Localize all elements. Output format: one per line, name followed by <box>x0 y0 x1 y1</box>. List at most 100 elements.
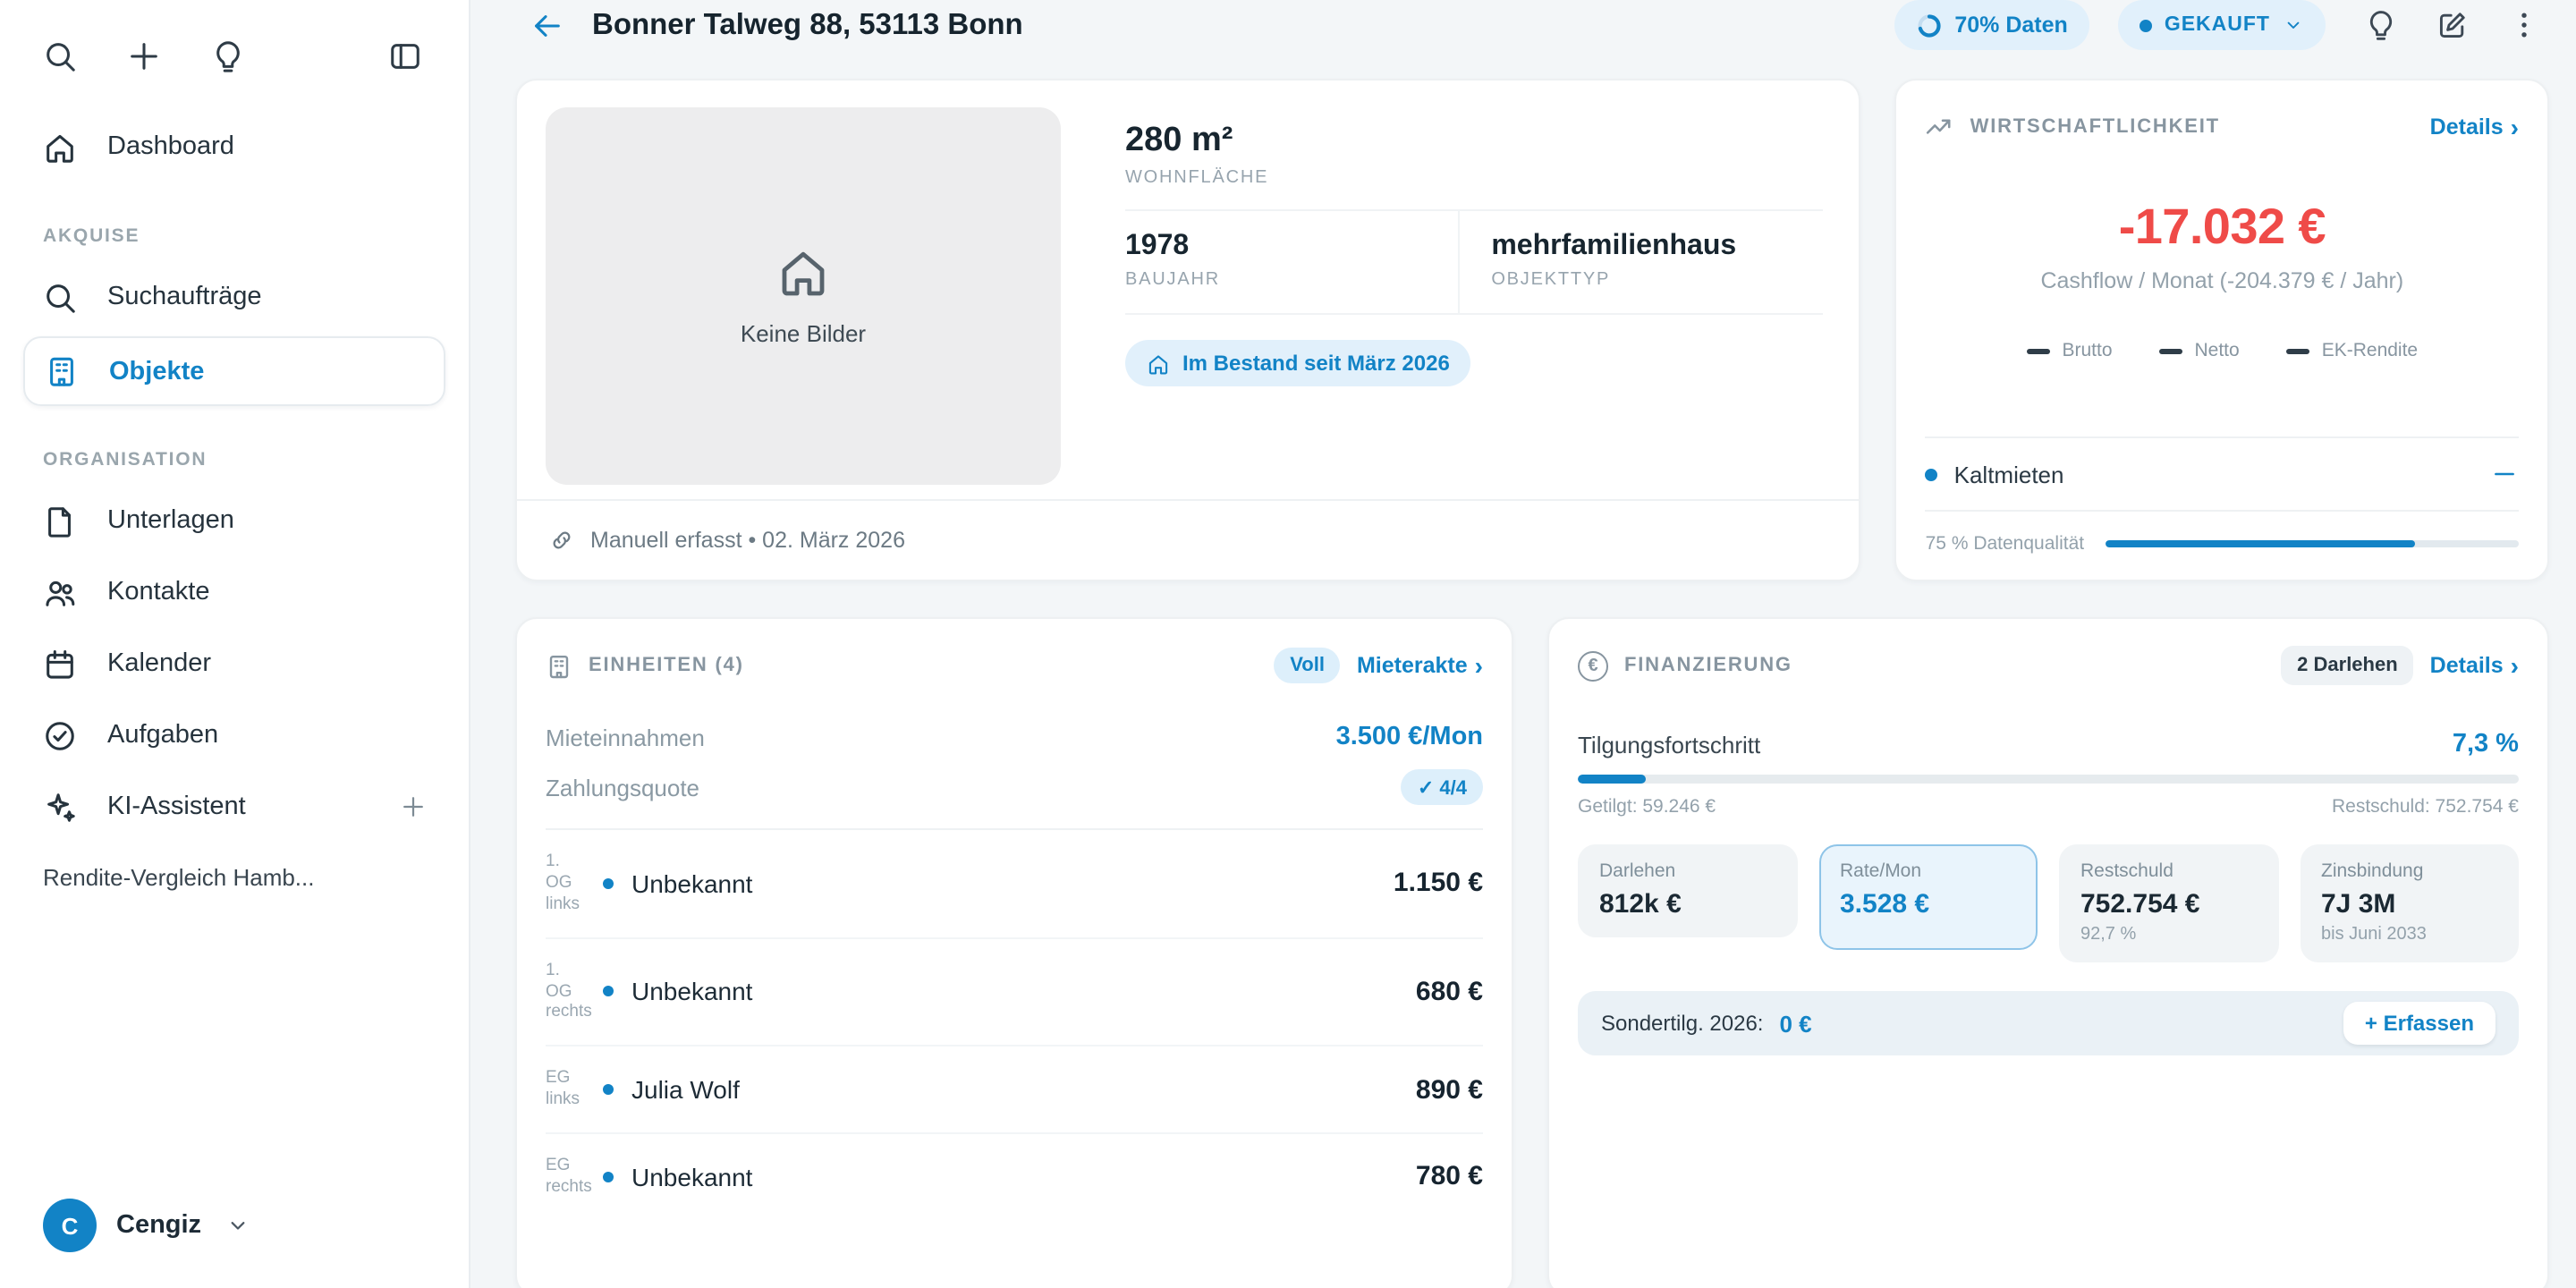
mieterakte-link[interactable]: Mieterakte <box>1357 651 1483 680</box>
building-icon <box>546 652 572 679</box>
image-placeholder[interactable]: Keine Bilder <box>546 107 1061 485</box>
quote-badge: ✓ 4/4 <box>1402 769 1483 805</box>
add-icon[interactable] <box>127 38 161 72</box>
topbar: Bonner Talweg 88, 53113 Bonn 70% Daten G… <box>470 0 2576 50</box>
user-menu[interactable]: C Cengiz <box>0 1170 469 1288</box>
sidebar-item-label: Dashboard <box>107 132 426 161</box>
bestand-badge[interactable]: Im Bestand seit März 2026 <box>1125 340 1471 386</box>
avatar: C <box>43 1199 97 1252</box>
area-value: 280 m² <box>1125 122 1824 161</box>
sidebar-item-kontakte[interactable]: Kontakte <box>0 556 469 628</box>
sidebar-item-ki-assistent[interactable]: KI-Assistent <box>0 771 469 843</box>
status-dot-icon <box>2140 19 2152 31</box>
link-icon <box>549 528 574 553</box>
back-button[interactable] <box>530 8 564 42</box>
source-text: Manuell erfasst • 02. März 2026 <box>590 528 905 553</box>
sidebar-item-label: Kontakte <box>107 578 426 606</box>
home-icon <box>43 130 77 164</box>
building-icon <box>45 354 79 388</box>
sidebar-item-aufgaben[interactable]: Aufgaben <box>0 699 469 771</box>
data-quality-label: 70% Daten <box>1954 13 2067 38</box>
sidebar-item-label: Objekte <box>109 357 424 386</box>
data-quality-badge[interactable]: 70% Daten <box>1894 0 2089 50</box>
add-chat-icon[interactable] <box>401 794 426 819</box>
tilgung-bar <box>1578 775 2519 784</box>
wirtschaftlichkeit-card: WIRTSCHAFTLICHKEIT Details -17.032 € Cas… <box>1895 79 2549 581</box>
sidebar-item-suchauftraege[interactable]: Suchaufträge <box>0 261 469 333</box>
sidebar-item-dashboard[interactable]: Dashboard <box>0 111 469 182</box>
sidebar-item-label: Unterlagen <box>107 506 426 535</box>
more-menu-icon[interactable] <box>2508 9 2540 41</box>
card-title: WIRTSCHAFTLICHKEIT <box>1970 116 2220 138</box>
unit-rent: 680 € <box>1416 977 1483 1007</box>
page-title: Bonner Talweg 88, 53113 Bonn <box>592 8 1023 42</box>
app-viewport: Dashboard AKQUISE Suchaufträge Objekte O… <box>0 0 2576 1288</box>
unit-row[interactable]: EGrechts Unbekannt 780 € <box>546 1134 1483 1220</box>
restschuld-text: Restschuld: 752.754 € <box>2332 796 2519 818</box>
unit-position: EGrechts <box>546 1156 603 1199</box>
check-circle-icon <box>43 718 77 752</box>
search-icon <box>43 280 77 314</box>
stat-box-zinsbindung[interactable]: Zinsbindung 7J 3M bis Juni 2033 <box>2300 844 2519 962</box>
legend-dash-icon <box>2159 348 2182 353</box>
unit-rent: 780 € <box>1416 1162 1483 1192</box>
no-images-label: Keine Bilder <box>741 320 866 347</box>
unit-row[interactable]: EGlinks Julia Wolf 890 € <box>546 1047 1483 1135</box>
getilgt-text: Getilgt: 59.246 € <box>1578 796 1716 818</box>
tilgung-value: 7,3 % <box>2453 730 2519 758</box>
tenant-name: Julia Wolf <box>603 1075 740 1104</box>
einheiten-card: EINHEITEN (4) Voll Mieterakte Mieteinnah… <box>515 617 1513 1288</box>
tilgung-fill <box>1578 775 1647 784</box>
series-row-kaltmieten: Kaltmieten <box>1926 436 2519 512</box>
sidebar-item-unterlagen[interactable]: Unterlagen <box>0 485 469 556</box>
unit-row[interactable]: 1.OGrechts Unbekannt 680 € <box>546 938 1483 1046</box>
tenant-dot-icon <box>603 987 614 997</box>
hide-series-icon[interactable] <box>2490 460 2519 488</box>
search-icon[interactable] <box>43 38 77 72</box>
unit-rent: 890 € <box>1416 1074 1483 1105</box>
tenant-name: Unbekannt <box>603 978 752 1006</box>
series-label: Kaltmieten <box>1954 461 2064 487</box>
erfassen-button[interactable]: + Erfassen <box>2343 1002 2496 1045</box>
sidebar-item-label: KI-Assistent <box>107 792 370 821</box>
wirtschaftlichkeit-details-link[interactable]: Details <box>2430 113 2519 141</box>
unit-position: 1.OGrechts <box>546 960 603 1023</box>
darlehen-count-badge: 2 Darlehen <box>2281 646 2414 685</box>
area-label: WOHNFLÄCHE <box>1125 168 1824 188</box>
sidebar-recent-chat[interactable]: Rendite-Vergleich Hamb... <box>0 843 469 891</box>
finanzierung-details-link[interactable]: Details <box>2430 651 2519 680</box>
unit-position: 1.OGlinks <box>546 852 603 915</box>
status-badge[interactable]: GEKAUFT <box>2118 0 2326 50</box>
euro-icon: € <box>1578 650 1608 681</box>
type-value: mehrfamilienhaus <box>1491 231 1823 263</box>
sondertilgung-value: 0 € <box>1779 1010 1811 1037</box>
cashflow-value: -17.032 € <box>1926 199 2519 256</box>
sidebar-toolbar <box>0 0 469 111</box>
unit-row[interactable]: 1.OGlinks Unbekannt 1.150 € <box>546 830 1483 938</box>
sidebar-item-objekte[interactable]: Objekte <box>23 336 445 406</box>
legend-item[interactable]: EK-Rendite <box>2286 340 2418 361</box>
stat-box-rate[interactable]: Rate/Mon 3.528 € <box>1818 844 2038 950</box>
sparkles-icon <box>43 790 77 824</box>
trend-up-icon <box>1926 113 1954 141</box>
stat-box-darlehen[interactable]: Darlehen 812k € <box>1578 844 1797 937</box>
income-value: 3.500 €/Mon <box>1336 723 1483 751</box>
edit-icon[interactable] <box>2436 9 2469 41</box>
series-dot-icon <box>1926 468 1938 480</box>
user-name: Cengiz <box>116 1211 201 1240</box>
tilgung-label: Tilgungsfortschritt <box>1578 731 1760 758</box>
sidebar-item-label: Aufgaben <box>107 721 426 750</box>
sidebar-toggle-icon[interactable] <box>388 38 422 72</box>
cashflow-subtitle: Cashflow / Monat (-204.379 € / Jahr) <box>1926 268 2519 293</box>
legend-item[interactable]: Brutto <box>2026 340 2112 361</box>
stat-box-restschuld[interactable]: Restschuld 752.754 € 92,7 % <box>2059 844 2278 962</box>
lightbulb-icon[interactable] <box>211 38 245 72</box>
sidebar-item-label: Suchaufträge <box>107 283 426 311</box>
year-label: BAUJAHR <box>1125 270 1457 290</box>
sidebar-item-kalender[interactable]: Kalender <box>0 628 469 699</box>
tenant-dot-icon <box>603 1084 614 1095</box>
lightbulb-icon[interactable] <box>2365 9 2397 41</box>
legend-item[interactable]: Netto <box>2159 340 2240 361</box>
income-label: Mieteinnahmen <box>546 724 705 750</box>
legend-dash-icon <box>2286 348 2309 353</box>
